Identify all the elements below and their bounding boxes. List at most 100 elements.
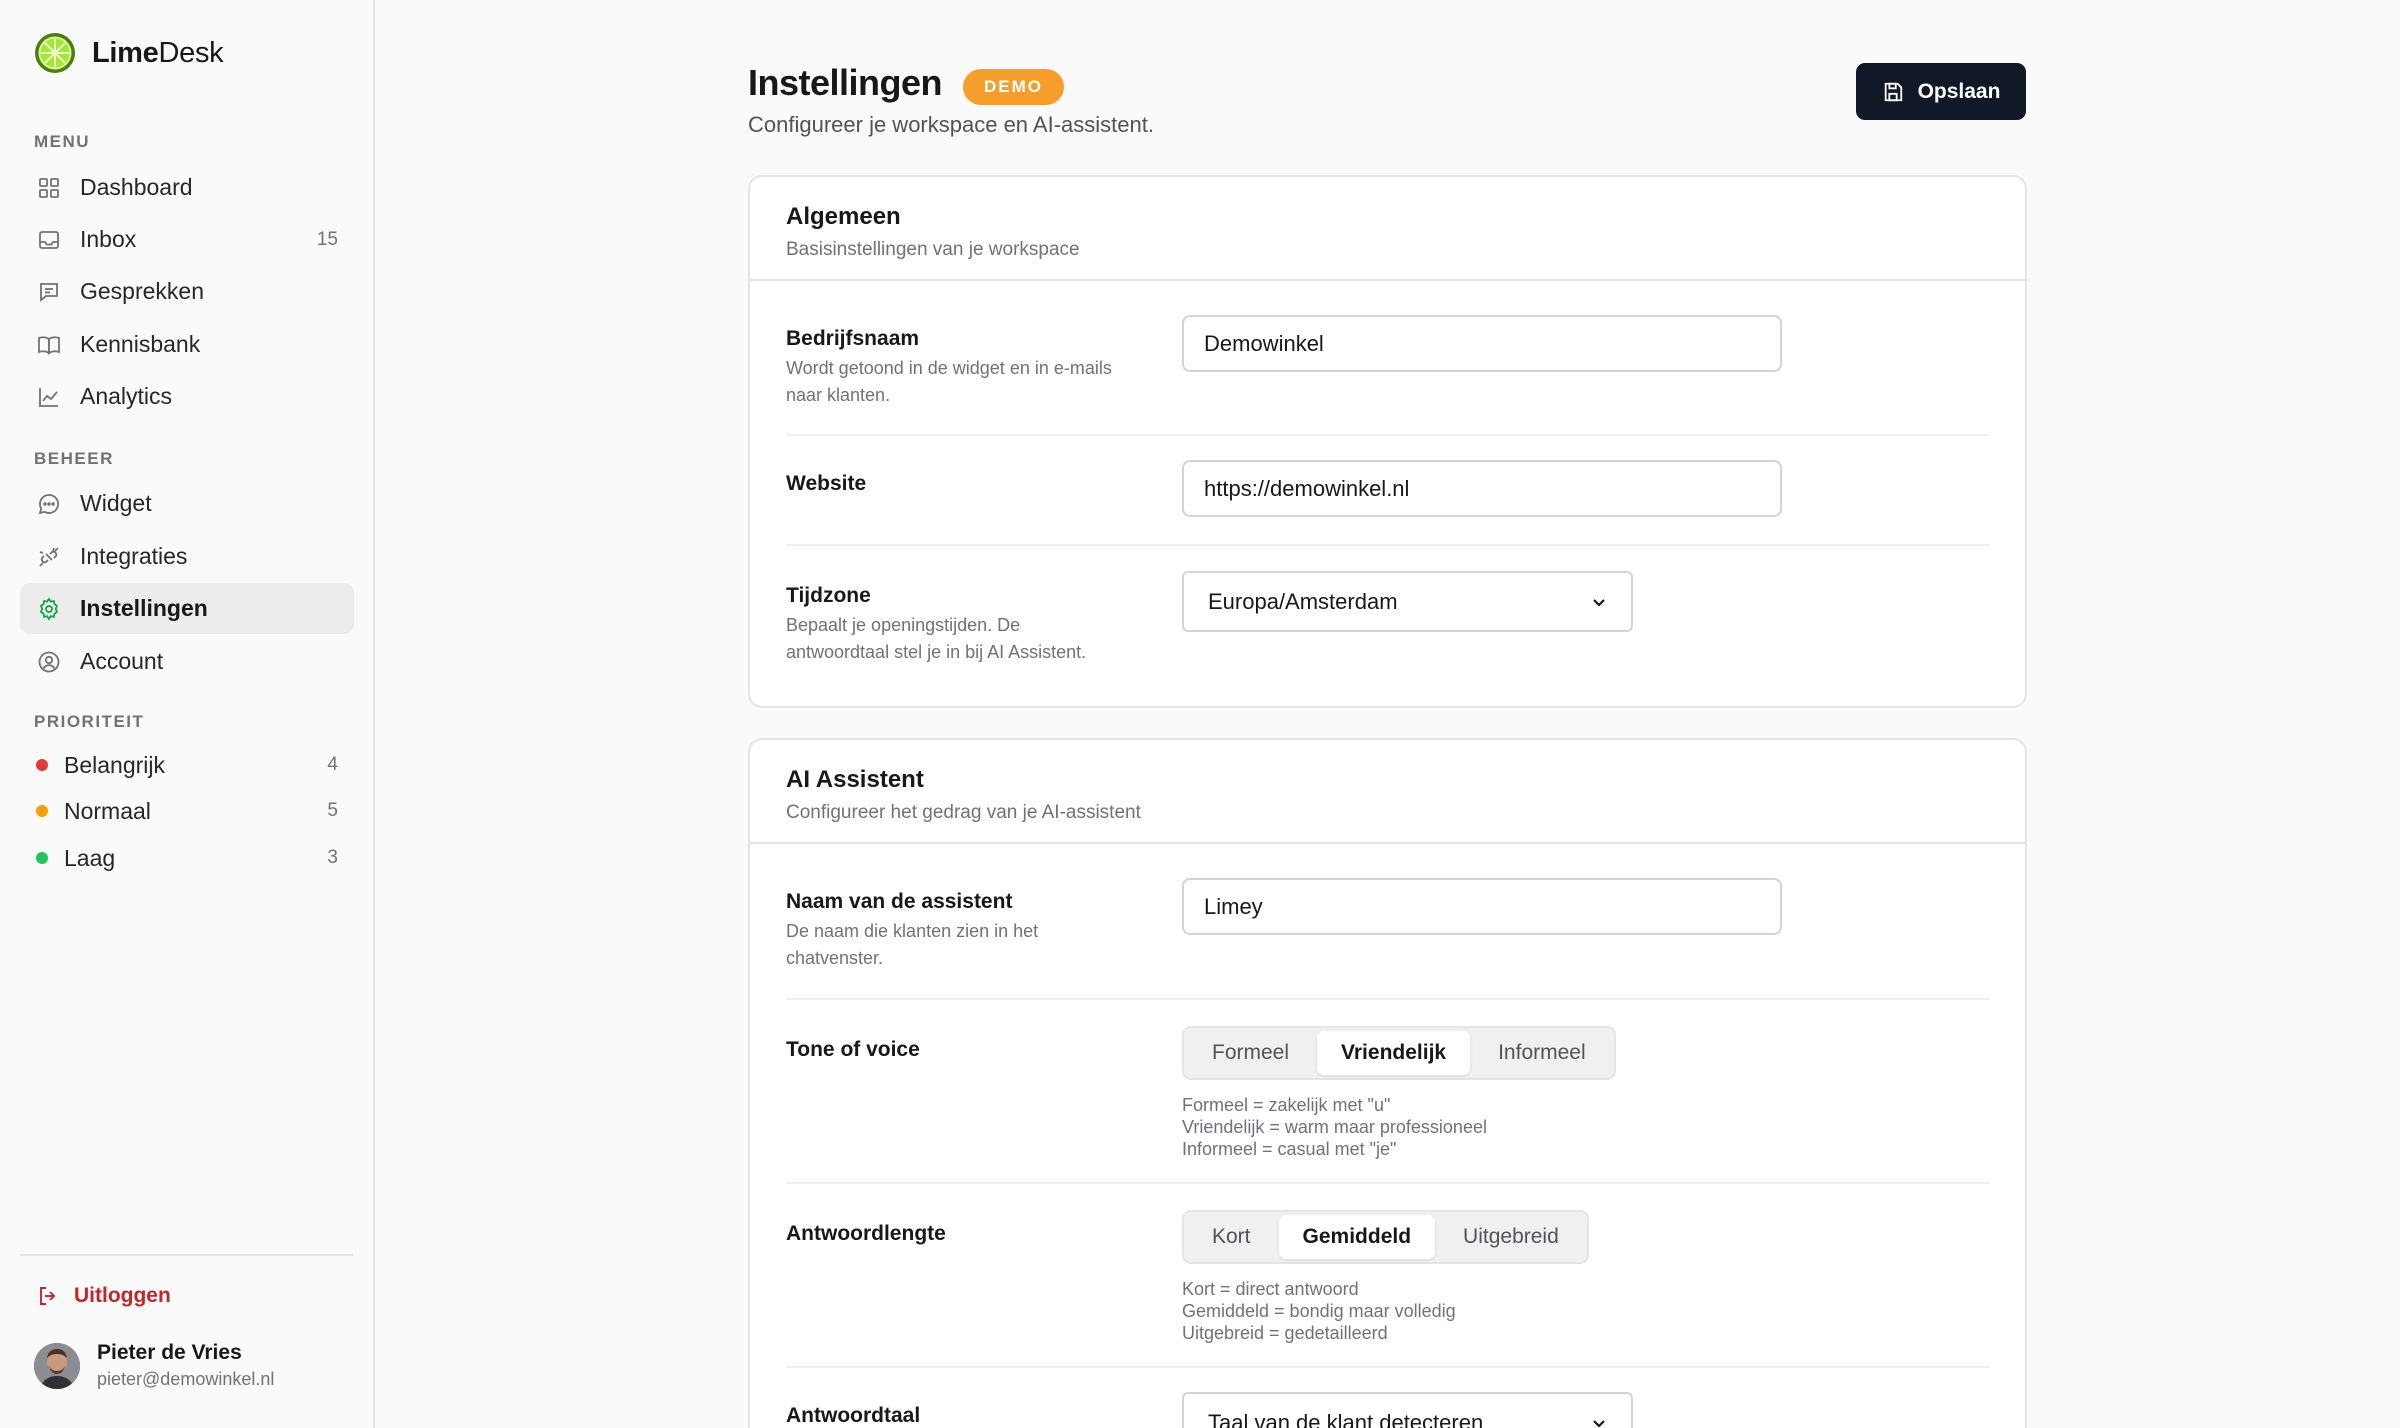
logout-button[interactable]: Uitloggen (36, 1284, 171, 1308)
user-circle-icon (36, 649, 62, 675)
sidebar-item-label: Analytics (80, 383, 173, 409)
website-row: Website https://demowinkel.nl (786, 436, 1989, 546)
save-label: Opslaan (1917, 79, 2001, 103)
answer-language-select[interactable]: Taal van de klant detecteren (1182, 1392, 1633, 1428)
website-input[interactable]: https://demowinkel.nl (1182, 460, 1782, 517)
priority-count: 4 (327, 754, 338, 775)
sidebar-item-instellingen[interactable]: Instellingen (20, 583, 354, 634)
help-line: Gemiddeld = bondig maar volledig (1182, 1301, 1456, 1321)
inbox-icon (36, 227, 62, 253)
company-name-row: Bedrijfsnaam Wordt getoond in de widget … (786, 281, 1989, 436)
sidebar-item-dashboard[interactable]: Dashboard (20, 162, 354, 213)
length-option-kort[interactable]: Kort (1188, 1215, 1275, 1259)
main-content: Instellingen DEMO Configureer je workspa… (375, 0, 2400, 1428)
priority-item-laag[interactable]: Laag 3 (20, 835, 354, 881)
brand[interactable]: LimeDesk (34, 32, 224, 74)
book-icon (36, 332, 62, 358)
sidebar-item-gesprekken[interactable]: Gesprekken (20, 266, 354, 317)
chat-bubble-icon (36, 491, 62, 517)
sidebar-item-inbox[interactable]: Inbox 15 (20, 214, 354, 265)
field-label: Tone of voice (786, 1038, 920, 1061)
chevron-down-icon (1593, 598, 1605, 607)
priority-section-label: PRIORITEIT (34, 712, 145, 731)
length-segmented-control: Kort Gemiddeld Uitgebreid (1182, 1210, 1589, 1264)
sidebar-item-account[interactable]: Account (20, 636, 354, 687)
field-label: Antwoordlengte (786, 1222, 946, 1245)
select-value: Taal van de klant detecteren (1208, 1409, 1484, 1428)
save-icon (1884, 82, 1902, 101)
logout-label: Uitloggen (74, 1284, 171, 1307)
brand-name: LimeDesk (92, 36, 224, 69)
sidebar: LimeDesk MENU Dashboard Inbox 15 Gesprek… (0, 0, 375, 1428)
sidebar-item-label: Inbox (80, 226, 137, 252)
sidebar-divider (20, 1254, 353, 1256)
field-label: Antwoordtaal (786, 1404, 921, 1427)
priority-dot (36, 805, 48, 817)
help-line: Kort = direct antwoord (1182, 1279, 1359, 1299)
field-hint: Wordt getoond in de widget en in e-mails… (786, 358, 1112, 405)
priority-label: Laag (64, 844, 116, 871)
user-profile[interactable]: Pieter de Vries pieter@demowinkel.nl (34, 1341, 274, 1390)
timezone-row: Tijdzone Bepaalt je openingstijden. De a… (786, 546, 1989, 706)
tone-help-text: Formeel = zakelijk met "u" Vriendelijk =… (1182, 1094, 1487, 1160)
length-option-uitgebreid[interactable]: Uitgebreid (1439, 1215, 1583, 1259)
lime-logo-icon (35, 33, 75, 73)
tone-option-vriendelijk[interactable]: Vriendelijk (1317, 1031, 1471, 1075)
card-header: AI Assistent Configureer het gedrag van … (750, 740, 2025, 844)
sidebar-item-label: Account (80, 648, 164, 674)
priority-count: 5 (327, 800, 338, 821)
user-name: Pieter de Vries (97, 1341, 242, 1364)
tone-of-voice-row: Tone of voice Formeel Vriendelijk Inform… (786, 1000, 1989, 1184)
card-title: Algemeen (786, 203, 901, 230)
card-header: Algemeen Basisinstellingen van je worksp… (750, 177, 2025, 281)
tone-segmented-control: Formeel Vriendelijk Informeel (1182, 1026, 1616, 1080)
message-icon (36, 279, 62, 305)
field-label: Naam van de assistent (786, 890, 1013, 913)
user-email: pieter@demowinkel.nl (97, 1369, 275, 1389)
answer-language-row: Antwoordtaal Taal van de klant detectere… (786, 1368, 1989, 1428)
priority-dot (36, 759, 48, 771)
timezone-select[interactable]: Europa/Amsterdam (1182, 571, 1633, 632)
sidebar-item-label: Kennisbank (80, 331, 201, 357)
priority-dot (36, 852, 48, 864)
demo-badge: DEMO (963, 69, 1064, 105)
sidebar-item-analytics[interactable]: Analytics (20, 371, 354, 422)
page-title: Instellingen (748, 62, 943, 103)
general-settings-card: Algemeen Basisinstellingen van je worksp… (748, 175, 2027, 708)
select-value: Europa/Amsterdam (1208, 588, 1398, 614)
plug-icon (36, 544, 62, 570)
answer-length-row: Antwoordlengte Kort Gemiddeld Uitgebreid… (786, 1184, 1989, 1368)
chevron-down-icon (1593, 1419, 1605, 1428)
sidebar-item-widget[interactable]: Widget (20, 478, 354, 529)
save-button[interactable]: Opslaan (1856, 63, 2026, 120)
field-hint: Bepaalt je openingstijden. De antwoordta… (786, 615, 1087, 662)
tone-option-informeel[interactable]: Informeel (1474, 1031, 1610, 1075)
priority-label: Belangrijk (64, 751, 165, 778)
sidebar-item-integraties[interactable]: Integraties (20, 531, 354, 582)
field-label: Bedrijfsnaam (786, 327, 920, 350)
priority-item-normaal[interactable]: Normaal 5 (20, 788, 354, 834)
sidebar-item-label: Dashboard (80, 174, 193, 200)
company-name-input[interactable]: Demowinkel (1182, 315, 1782, 372)
page-subtitle: Configureer je workspace en AI-assistent… (748, 112, 1154, 137)
avatar (34, 1342, 80, 1389)
field-label: Tijdzone (786, 584, 871, 607)
field-label: Website (786, 472, 867, 495)
help-line: Formeel = zakelijk met "u" (1182, 1095, 1391, 1115)
length-option-gemiddeld[interactable]: Gemiddeld (1278, 1215, 1436, 1259)
grid-icon (36, 175, 62, 201)
card-description: Configureer het gedrag van je AI-assiste… (786, 802, 1141, 823)
assistant-name-row: Naam van de assistent De naam die klante… (786, 844, 1989, 1000)
help-line: Uitgebreid = gedetailleerd (1182, 1323, 1388, 1343)
tone-option-formeel[interactable]: Formeel (1188, 1031, 1313, 1075)
sidebar-item-label: Integraties (80, 543, 188, 569)
priority-item-belangrijk[interactable]: Belangrijk 4 (20, 742, 354, 788)
length-help-text: Kort = direct antwoord Gemiddeld = bondi… (1182, 1278, 1456, 1344)
assistant-name-input[interactable]: Limey (1182, 878, 1782, 935)
card-title: AI Assistent (786, 766, 924, 793)
ai-assistant-card: AI Assistent Configureer het gedrag van … (748, 738, 2027, 1428)
sidebar-item-label: Instellingen (80, 595, 208, 621)
sidebar-item-kennisbank[interactable]: Kennisbank (20, 319, 354, 370)
priority-label: Normaal (64, 797, 151, 824)
help-line: Vriendelijk = warm maar professioneel (1182, 1117, 1487, 1137)
